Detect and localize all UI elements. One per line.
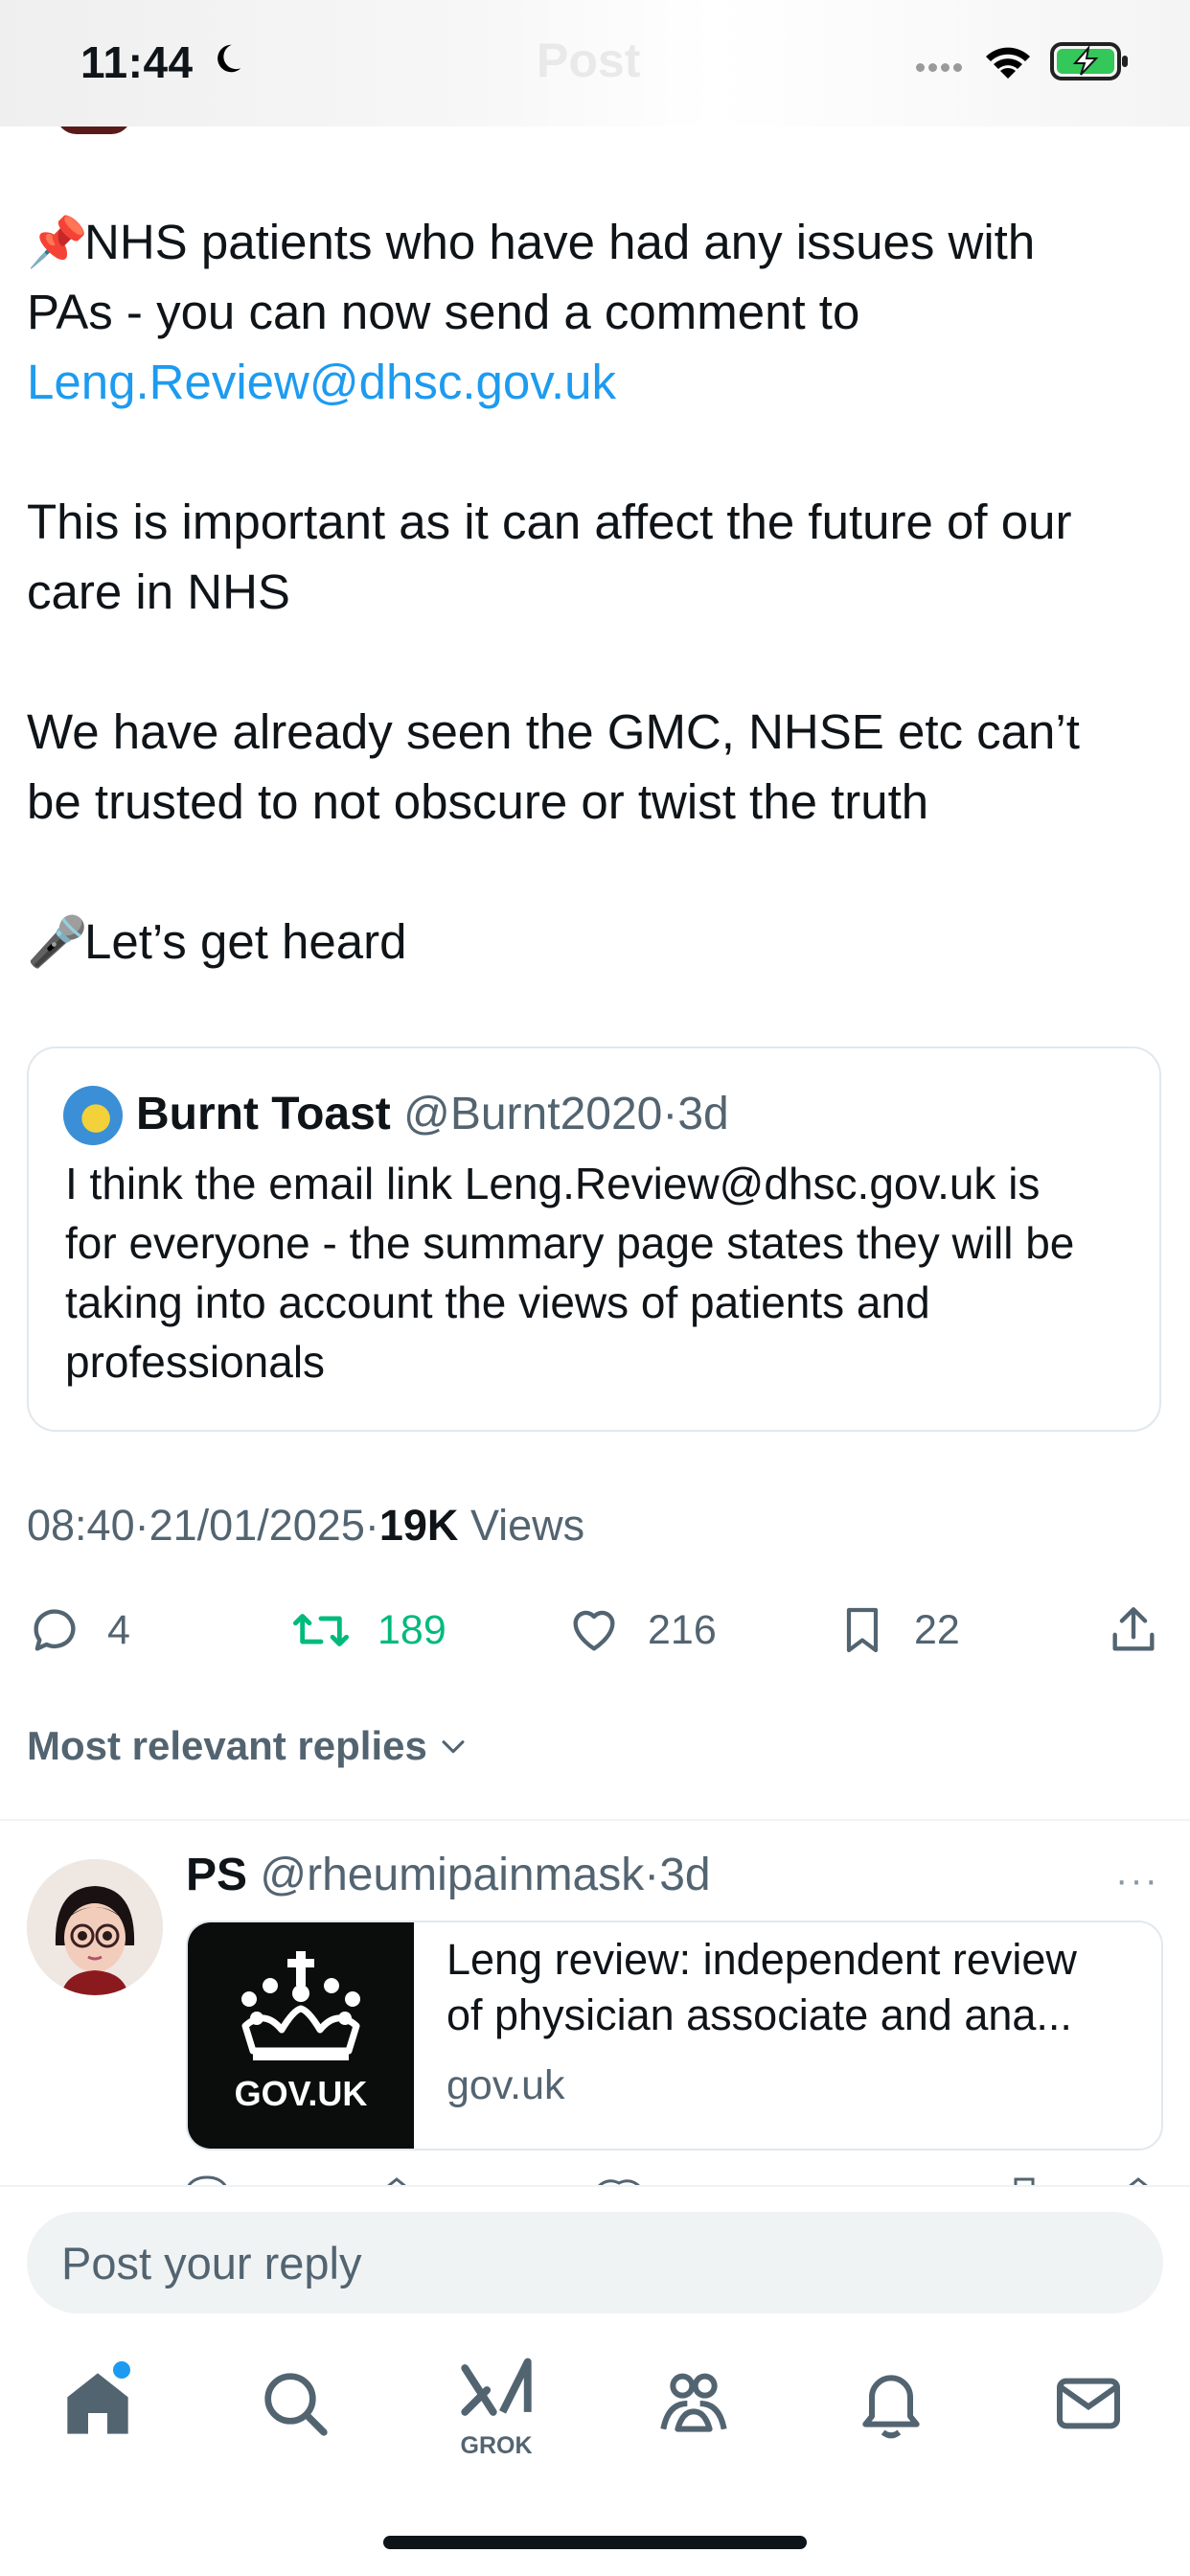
share-icon: [1112, 1607, 1155, 1651]
search-icon[interactable]: [257, 2365, 333, 2442]
messages-icon[interactable]: [1050, 2365, 1127, 2442]
repost-button[interactable]: 189: [289, 1595, 446, 1666]
reply-icon: [34, 1609, 76, 1651]
tweet-text-line: This is important as it can affect the f…: [27, 494, 1072, 549]
replies-sort-label: Most relevant replies: [27, 1723, 427, 1768]
reply-button[interactable]: 4: [27, 1595, 130, 1666]
battery-charging-icon: [1050, 42, 1128, 80]
moon-icon: [217, 44, 241, 73]
views-label: Views: [469, 1501, 585, 1550]
grok-icon[interactable]: [458, 2356, 535, 2425]
reply-author-name: PS: [186, 1850, 248, 1900]
bookmark-button[interactable]: 22: [835, 1595, 960, 1666]
replies-sort-dropdown[interactable]: Most relevant replies: [27, 1723, 469, 1769]
views-count: 19K: [378, 1501, 459, 1550]
cartoon-avatar-image: [27, 1859, 163, 1995]
home-indicator[interactable]: [383, 2536, 807, 2549]
notification-dot: [113, 2361, 130, 2379]
crown-icon: [241, 1951, 360, 2060]
separator-dot: ·: [644, 1850, 660, 1900]
reply-author-handle: @rheumipainmask: [260, 1850, 645, 1900]
communities-icon[interactable]: [655, 2365, 732, 2442]
more-options-icon[interactable]: ···: [1115, 1859, 1159, 1902]
status-time: 11:44: [80, 37, 194, 87]
tweet-text-line: care in NHS: [27, 564, 290, 619]
quoted-post-text: I think the email link Leng.Review@dhsc.…: [65, 1159, 1075, 1387]
gov-uk-logo-text: GOV.UK: [234, 2074, 368, 2113]
bookmark-icon: [846, 1607, 879, 1653]
microphone-icon: 🎤: [27, 914, 88, 969]
reply-time: 3d: [659, 1850, 711, 1900]
cellular-signal-icon: [916, 59, 966, 77]
divider: [0, 1819, 1190, 1821]
quoted-post-header: Burnt Toast @Burnt2020·3d: [136, 1087, 729, 1142]
reply-header: PS @rheumipainmask·3d: [186, 1846, 711, 1905]
quoted-author-handle: @Burnt2020: [403, 1089, 663, 1139]
tweet-text-line: We have already seen the GMC, NHSE etc c…: [27, 704, 1080, 759]
wifi-icon: [986, 47, 1030, 79]
chevron-down-icon: [442, 1740, 465, 1754]
quoted-author-avatar: [63, 1086, 123, 1145]
grok-label: GROK: [460, 2432, 533, 2459]
tweet-text-line: be trusted to not obscure or twist the t…: [27, 774, 929, 829]
reply-count: 4: [107, 1606, 130, 1653]
reply-input-placeholder: Post your reply: [61, 2238, 362, 2288]
bookmark-count: 22: [914, 1606, 960, 1653]
header-title: Post: [537, 34, 641, 87]
repost-count: 189: [378, 1606, 446, 1653]
link-preview-domain: gov.uk: [446, 2062, 565, 2108]
heart-icon: [573, 1610, 615, 1651]
pin-icon: 📌: [27, 215, 88, 269]
post-time: 08:40: [27, 1501, 135, 1550]
tweet-text-line: 📌NHS patients who have had any issues wi…: [27, 207, 1167, 277]
share-button[interactable]: [1106, 1595, 1186, 1666]
quoted-post-time: 3d: [677, 1089, 729, 1139]
tweet-text-line: PAs - you can now send a comment to: [27, 285, 860, 339]
like-count: 216: [648, 1606, 717, 1653]
gov-uk-logo: [188, 1922, 414, 2149]
notifications-icon[interactable]: [853, 2365, 929, 2442]
email-link[interactable]: Leng.Review@dhsc.gov.uk: [27, 347, 1167, 417]
like-button[interactable]: 216: [565, 1595, 717, 1666]
link-preview-title: Leng review: independent review of physi…: [446, 1935, 1077, 2039]
post-meta: 08:40·21/01/2025·19K Views: [27, 1501, 585, 1550]
repost-icon: [292, 1614, 349, 1646]
separator-dot: ·: [662, 1089, 678, 1139]
reply-author-avatar[interactable]: [27, 1859, 163, 1995]
quoted-author-name: Burnt Toast: [136, 1089, 391, 1139]
tweet-text-line: 🎤Let’s get heard: [27, 907, 1167, 977]
post-date: 21/01/2025: [149, 1501, 365, 1550]
